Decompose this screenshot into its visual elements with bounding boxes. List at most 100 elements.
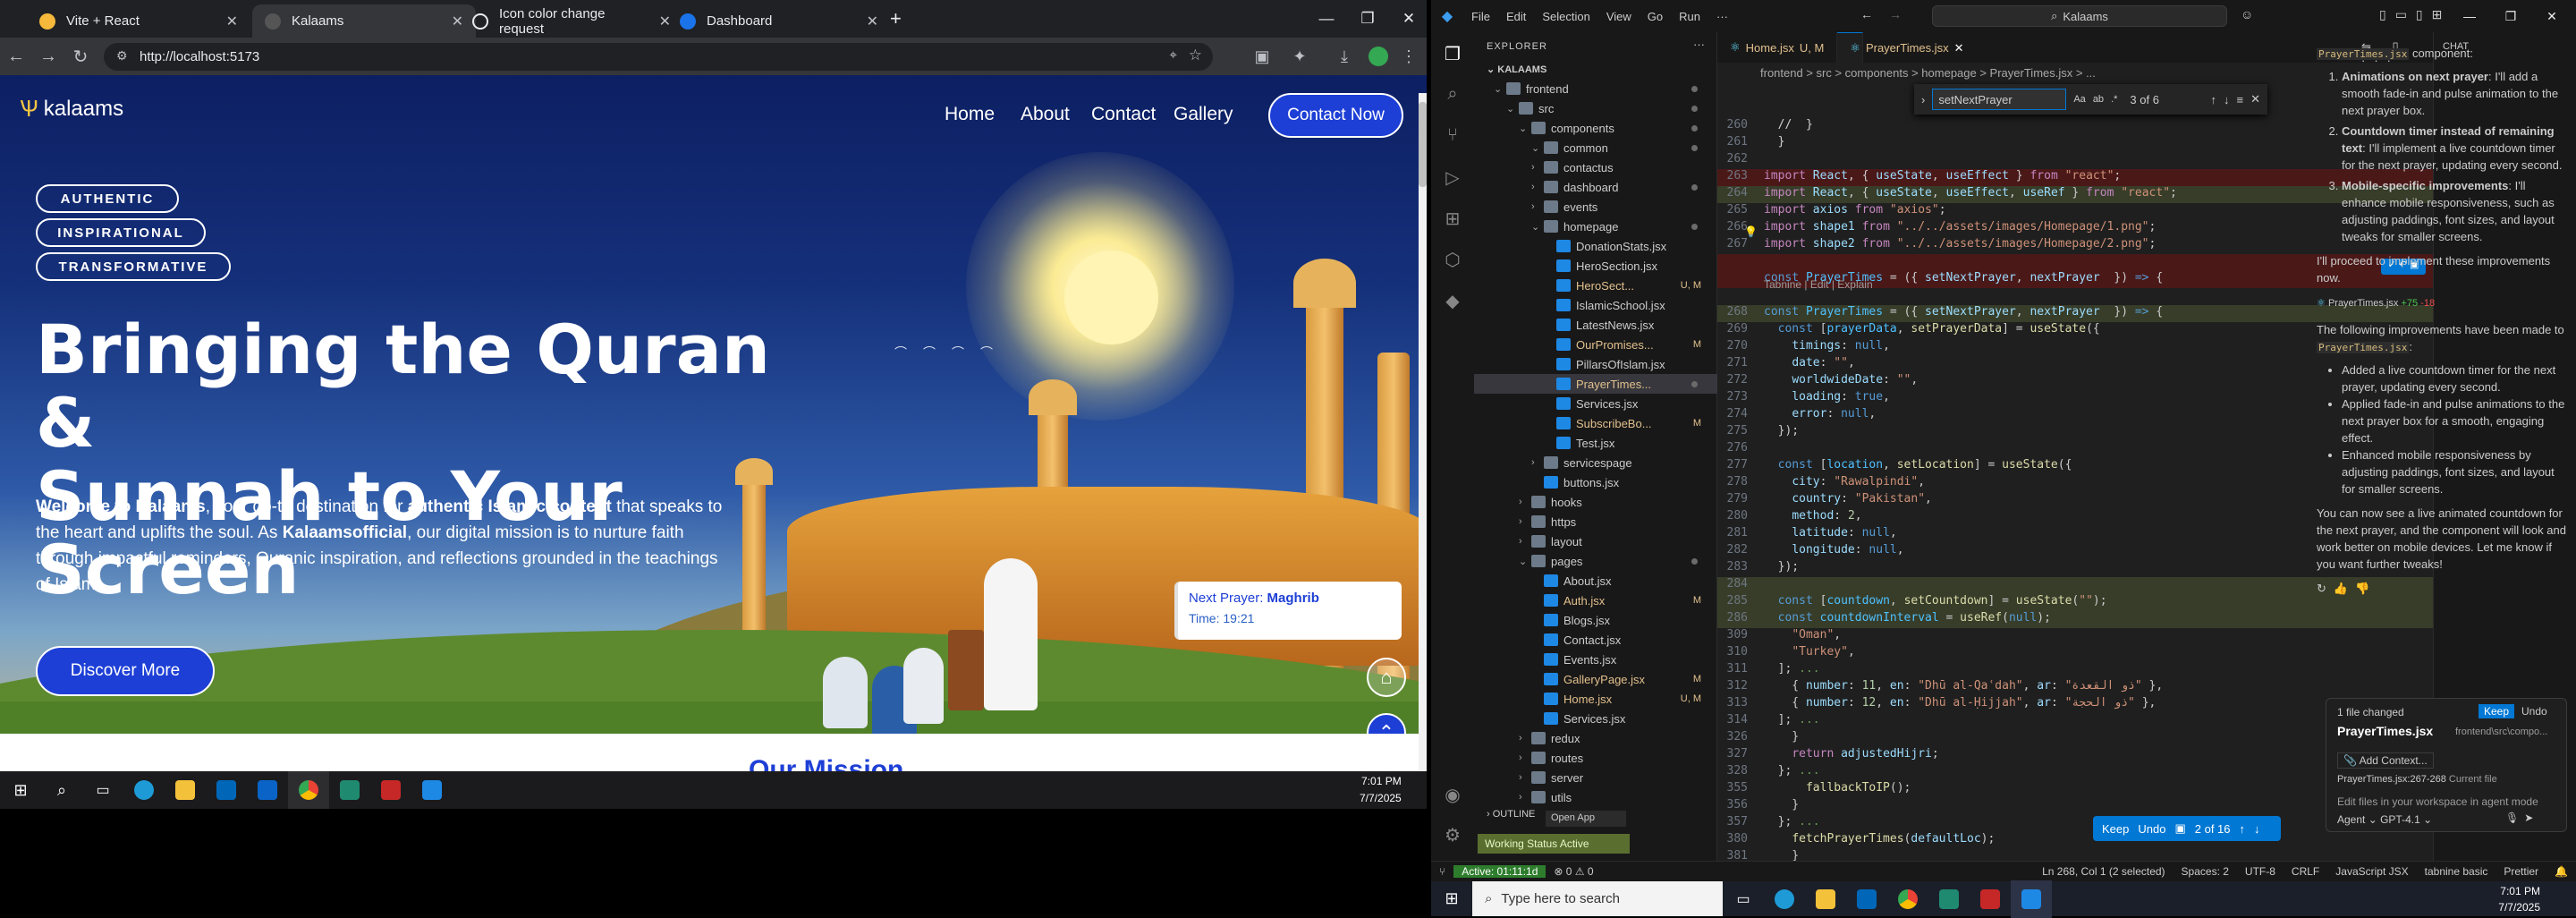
tree-folder[interactable]: › redux [1474, 728, 1717, 748]
mode-selector[interactable]: Agent ⌄ GPT-4.1 ⌄ [2337, 813, 2432, 826]
reload-icon[interactable]: ↻ [64, 46, 97, 68]
task-view-icon[interactable]: ▭ [82, 771, 123, 809]
file-ref[interactable]: PrayerTimes.jsx [2317, 342, 2410, 353]
close-window-icon[interactable]: ✕ [1388, 10, 1427, 28]
location-icon[interactable]: ⌖ [1170, 47, 1177, 63]
tree-file[interactable]: SubscribeBo... M [1474, 413, 1717, 433]
minimize-icon[interactable]: — [1306, 10, 1347, 28]
tree-file[interactable]: PrayerTimes... [1474, 374, 1717, 394]
cursor-position[interactable]: Ln 268, Col 1 (2 selected) [2034, 865, 2173, 878]
tree-folder[interactable]: › hooks [1474, 492, 1717, 512]
remote-icon[interactable]: ⬡ [1442, 249, 1463, 270]
tree-file[interactable]: DonationStats.jsx [1474, 236, 1717, 256]
vscode-insiders-icon[interactable] [329, 771, 370, 809]
code-line[interactable]: 286 const countdownInterval = useRef(nul… [1717, 611, 2433, 628]
app-icon[interactable] [370, 771, 411, 809]
tree-file[interactable]: LatestNews.jsx [1474, 315, 1717, 335]
profile-avatar[interactable] [1368, 47, 1388, 66]
match-case-icon[interactable]: Aa [2073, 94, 2085, 105]
browser-tab-kalaams[interactable]: Kalaams ✕ [252, 4, 476, 38]
encoding[interactable]: UTF-8 [2237, 865, 2284, 878]
scroll-thumb[interactable] [1419, 102, 1427, 187]
nav-home[interactable]: Home [945, 104, 995, 125]
mail-icon[interactable] [247, 771, 288, 809]
tree-folder[interactable]: › events [1474, 197, 1717, 217]
find-in-selection-icon[interactable]: ≡ [2237, 93, 2244, 106]
extensions-icon[interactable]: ⊞ [1442, 208, 1463, 229]
active-timer[interactable]: Active: 01:11:1d [1453, 865, 1546, 878]
discover-more-button[interactable]: Discover More [36, 646, 215, 696]
browser-tab-chatgpt[interactable]: Icon color change request ✕ [460, 4, 683, 38]
vscode-icon[interactable] [411, 771, 453, 809]
menu-selection[interactable]: Selection [1534, 10, 1597, 23]
tree-file[interactable]: HeroSect... U, M [1474, 276, 1717, 295]
find-input[interactable]: setNextPrayer [1932, 89, 2067, 110]
tree-file[interactable]: OurPromises... M [1474, 335, 1717, 354]
menu-file[interactable]: File [1463, 10, 1498, 23]
settings-gear-icon[interactable]: ⚙ [1442, 824, 1463, 846]
vscode-insiders-icon[interactable] [1928, 880, 1970, 918]
send-icons[interactable]: 🎙➤ [2505, 812, 2538, 824]
download-icon[interactable]: ⤓ [1333, 45, 1356, 68]
tree-folder[interactable]: ⌄ homepage [1474, 217, 1717, 236]
previous-change-icon[interactable]: ↑ [2240, 822, 2246, 836]
extension-icon[interactable]: ▣ [1250, 45, 1274, 68]
close-tab-icon[interactable]: ✕ [226, 13, 238, 30]
workspace-root[interactable]: ⌄ KALAAMS [1487, 64, 1546, 75]
search-icon[interactable]: ⌕ [41, 771, 82, 809]
next-match-icon[interactable]: ↓ [2224, 93, 2230, 106]
tabnine-icon[interactable]: ◆ [1442, 290, 1463, 311]
search-icon[interactable]: ⌕ [1442, 84, 1463, 106]
nav-back-icon[interactable]: ← [1860, 7, 1873, 21]
app-icon[interactable] [1970, 880, 2011, 918]
file-explorer-icon[interactable] [165, 771, 206, 809]
tree-file[interactable]: Events.jsx [1474, 650, 1717, 669]
tree-folder[interactable]: › routes [1474, 748, 1717, 768]
branch-icon[interactable]: ⑂ [1431, 865, 1453, 878]
editor-tab-prayertimes[interactable]: ⚛ PrayerTimes.jsx ✕ [1837, 32, 1964, 63]
tree-folder[interactable]: › dashboard [1474, 177, 1717, 197]
tree-file[interactable]: GalleryPage.jsx M [1474, 669, 1717, 689]
mosque-fab-icon[interactable]: ⌂ [1367, 658, 1406, 697]
back-icon[interactable]: ← [0, 47, 32, 67]
site-info-icon[interactable]: ⚙ [116, 48, 128, 64]
edge-icon[interactable] [1764, 880, 1805, 918]
new-tab-icon[interactable]: + [890, 7, 902, 30]
undo-button[interactable]: Undo [2138, 822, 2165, 836]
context-chip[interactable]: PrayerTimes.jsx:267-268 Current file [2337, 774, 2497, 785]
line-ending[interactable]: CRLF [2284, 865, 2327, 878]
close-tab-icon[interactable]: ✕ [1954, 41, 1964, 55]
file-explorer-icon[interactable] [1805, 880, 1846, 918]
run-debug-icon[interactable]: ▷ [1442, 166, 1463, 188]
chrome-icon[interactable] [288, 771, 329, 809]
tree-folder[interactable]: ⌄ frontend [1474, 79, 1717, 98]
bookmark-star-icon[interactable]: ☆ [1189, 47, 1202, 64]
layout-toggle-icons[interactable]: ▯▭▯⊞ [2379, 7, 2451, 22]
tree-folder[interactable]: ⌄ common [1474, 138, 1717, 157]
menu-run[interactable]: Run [1671, 10, 1708, 23]
tree-folder[interactable]: ⌄ components [1474, 118, 1717, 138]
maximize-icon[interactable]: ❐ [2490, 9, 2531, 24]
store-icon[interactable] [206, 771, 247, 809]
tree-folder[interactable]: › contactus [1474, 157, 1717, 177]
chat-input[interactable]: Edit files in your workspace in agent mo… [2337, 795, 2538, 808]
start-icon[interactable]: ⊞ [0, 771, 41, 809]
copilot-icon[interactable]: ☺ [2241, 7, 2253, 21]
menu-view[interactable]: View [1598, 10, 1640, 23]
close-find-icon[interactable]: ✕ [2250, 92, 2260, 106]
tree-file[interactable]: Services.jsx [1474, 394, 1717, 413]
tree-file[interactable]: Contact.jsx [1474, 630, 1717, 650]
add-context-button[interactable]: 📎 Add Context... [2337, 752, 2434, 769]
edge-icon[interactable] [123, 771, 165, 809]
tree-file[interactable]: PillarsOfIslam.jsx [1474, 354, 1717, 374]
diff-icon[interactable]: ▣ [2174, 821, 2185, 836]
close-tab-icon[interactable]: ✕ [867, 13, 878, 30]
tree-file[interactable]: Test.jsx [1474, 433, 1717, 453]
minimize-icon[interactable]: — [2449, 9, 2490, 23]
contact-now-button[interactable]: Contact Now [1268, 93, 1403, 138]
code-line[interactable]: 310 "Turkey", [1717, 645, 2433, 662]
page-scrollbar[interactable] [1419, 93, 1427, 771]
tree-file[interactable]: buttons.jsx [1474, 472, 1717, 492]
lightbulb-icon[interactable]: 💡 [1744, 225, 1758, 238]
puzzle-extensions-icon[interactable]: ✦ [1288, 45, 1311, 68]
